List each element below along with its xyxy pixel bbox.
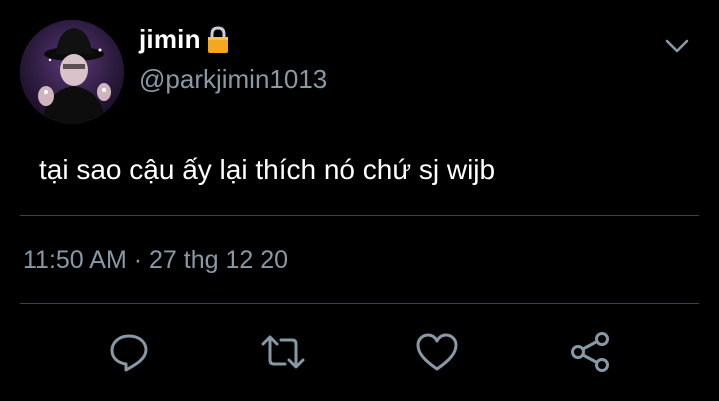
avatar-photo: [20, 20, 124, 124]
tweet-timestamp: 11:50 AM · 27 thg 12 20: [23, 246, 288, 275]
chevron-down-icon[interactable]: [663, 32, 691, 60]
like-button[interactable]: [413, 328, 461, 376]
avatar[interactable]: [20, 20, 124, 124]
tweet-text: tại sao cậu ấy lại thích nó chứ sj wijb: [39, 154, 496, 185]
divider: [20, 215, 699, 216]
heart-icon: [416, 333, 458, 371]
share-button[interactable]: [566, 328, 614, 376]
tweet-actions: [0, 328, 719, 376]
retweet-icon: [261, 335, 305, 369]
retweet-button[interactable]: [259, 328, 307, 376]
lock-icon: [205, 25, 231, 55]
display-name-row: jimin: [139, 24, 231, 55]
reply-icon: [110, 334, 148, 372]
meta-separator: ·: [133, 246, 143, 274]
reply-button[interactable]: [105, 328, 153, 376]
user-handle[interactable]: @parkjimin1013: [139, 64, 327, 95]
divider: [20, 303, 699, 304]
display-name[interactable]: jimin: [139, 24, 201, 55]
share-icon: [571, 332, 609, 372]
tweet-date: 27 thg 12 20: [149, 246, 289, 274]
tweet-time: 11:50 AM: [23, 246, 127, 274]
